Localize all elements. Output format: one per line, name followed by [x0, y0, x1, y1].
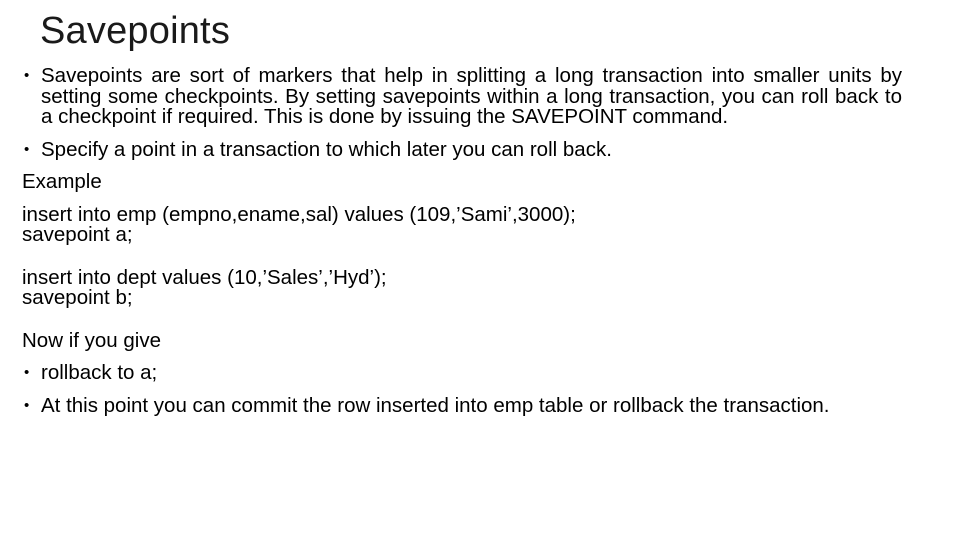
now-label: Now if you give: [22, 328, 162, 352]
bullet-rollback: rollback to a;: [22, 362, 902, 384]
slide-title: Savepoints: [40, 10, 231, 52]
code-block-dept: insert into dept values (10,’Sales’,’Hyd…: [22, 265, 902, 309]
slide-body: Savepoints are sort of markers that help…: [22, 65, 902, 417]
bullet-specify-point: Specify a point in a transaction to whic…: [22, 139, 902, 161]
code-line: insert into emp (empno,ename,sal) values…: [22, 202, 576, 226]
code-block-emp: insert into emp (empno,ename,sal) values…: [22, 202, 902, 246]
code-line: insert into dept values (10,’Sales’,’Hyd…: [22, 265, 387, 289]
code-line: savepoint b;: [22, 286, 133, 309]
bullet-savepoint-definition: Savepoints are sort of markers that help…: [22, 65, 902, 128]
code-line: savepoint a;: [22, 223, 133, 246]
example-label: Example: [22, 170, 102, 193]
bullet-commit-or-rollback: At this point you can commit the row ins…: [22, 395, 871, 417]
